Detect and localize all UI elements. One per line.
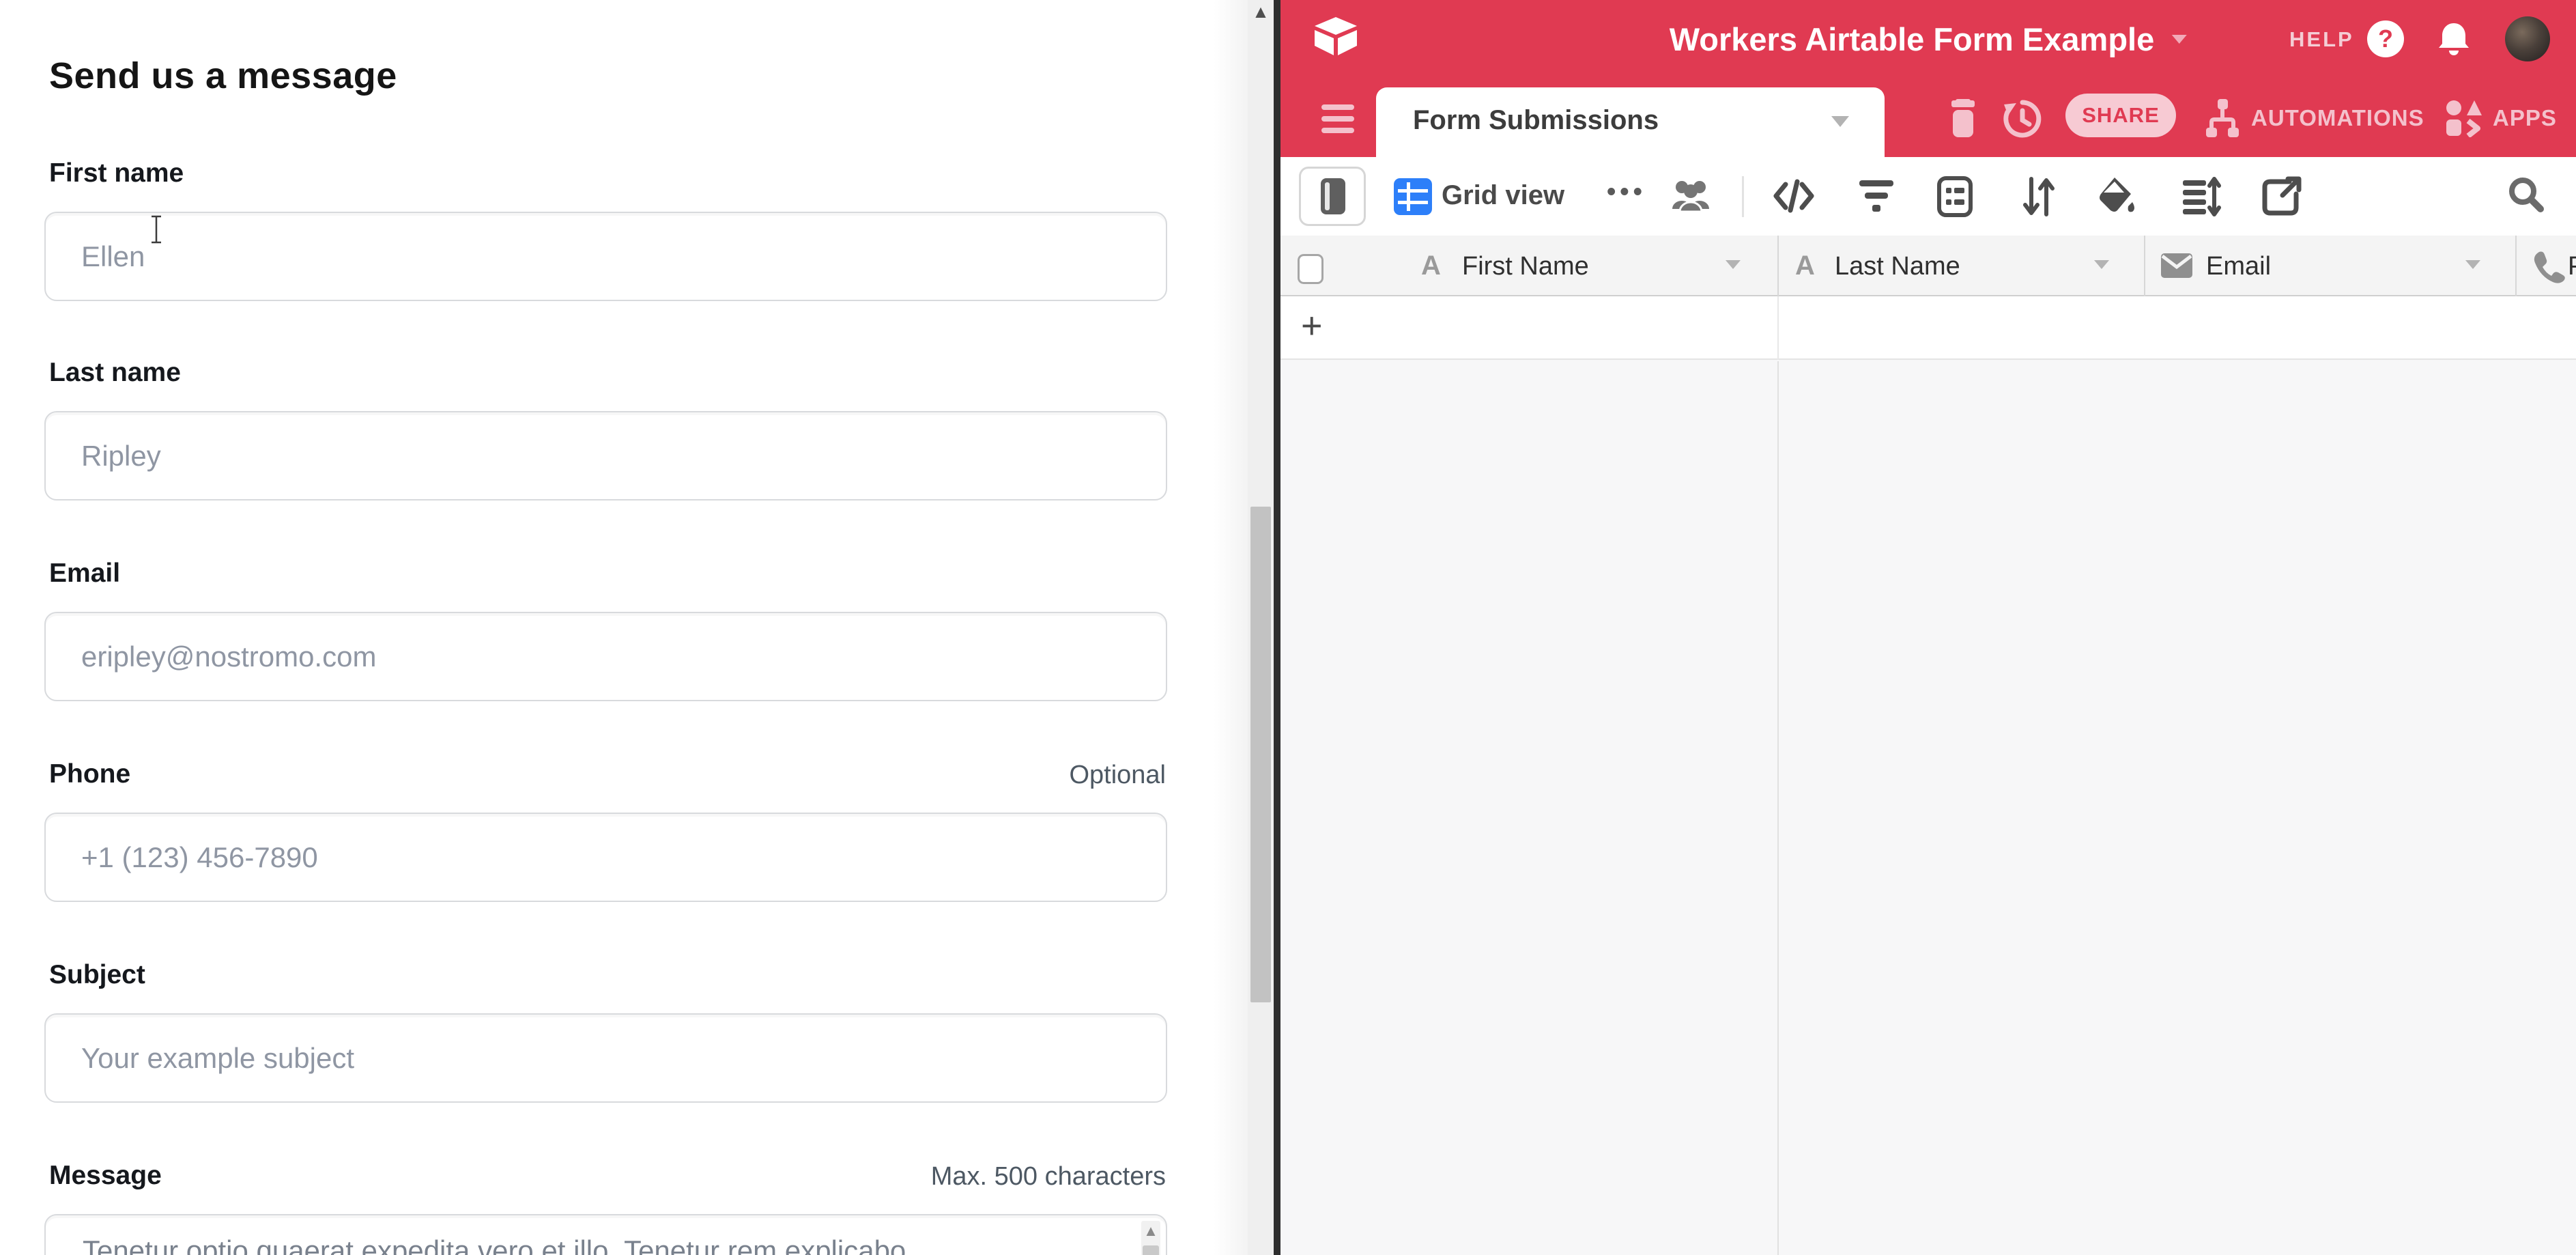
row-height-icon[interactable] bbox=[2181, 176, 2221, 217]
help-button[interactable]: HELP bbox=[2289, 27, 2354, 52]
automations-label: AUTOMATIONS bbox=[2251, 105, 2424, 131]
message-placeholder-text: Tenetur optio quaerat expedita vero et i… bbox=[83, 1235, 906, 1255]
airtable-top-bar: Workers Airtable Form Example HELP ? bbox=[1280, 0, 2576, 79]
text-cursor-icon bbox=[149, 214, 164, 244]
column-divider[interactable] bbox=[2515, 236, 2517, 296]
table-header-row: A First Name A Last Name Email Phone bbox=[1280, 236, 2576, 296]
app-root: Send us a message First name Last name E… bbox=[0, 0, 2576, 1255]
table-tab-bar: Form Submissions SHARE bbox=[1280, 79, 2576, 157]
phone-input[interactable] bbox=[44, 813, 1167, 902]
share-view-icon[interactable] bbox=[2262, 176, 2302, 216]
column-divider bbox=[1777, 296, 1779, 360]
text-field-type-icon: A bbox=[1795, 251, 1815, 281]
automations-icon bbox=[2203, 99, 2242, 137]
filter-icon[interactable] bbox=[1858, 176, 1895, 216]
table-list-menu-icon[interactable] bbox=[1321, 104, 1354, 133]
tab-form-submissions[interactable]: Form Submissions bbox=[1376, 87, 1885, 157]
form-title: Send us a message bbox=[49, 55, 397, 97]
select-all-checkbox[interactable] bbox=[1298, 254, 1323, 284]
airtable-pane: Workers Airtable Form Example HELP ? For… bbox=[1280, 0, 2576, 1255]
apps-label: APPS bbox=[2493, 105, 2557, 131]
toolbar-divider bbox=[1742, 176, 1744, 217]
column-header-phone[interactable]: Phone bbox=[2568, 252, 2576, 281]
user-avatar[interactable] bbox=[2505, 16, 2550, 61]
message-label: Message bbox=[49, 1161, 162, 1191]
tab-form-submissions-label: Form Submissions bbox=[1413, 105, 1659, 136]
column-caret-icon[interactable] bbox=[1726, 260, 1741, 269]
form-scrollbar-up-arrow[interactable]: ▲ bbox=[1248, 1, 1274, 23]
base-title: Workers Airtable Form Example bbox=[1670, 20, 2154, 58]
message-textarea[interactable]: Tenetur optio quaerat expedita vero et i… bbox=[44, 1214, 1167, 1255]
form-scrollbar-thumb[interactable] bbox=[1250, 507, 1271, 1002]
message-scrollbar-thumb[interactable] bbox=[1143, 1245, 1159, 1255]
phone-label: Phone bbox=[49, 759, 130, 789]
phone-field-type-icon bbox=[2532, 251, 2565, 283]
column-caret-icon[interactable] bbox=[2465, 260, 2480, 269]
base-title-caret-icon bbox=[2172, 35, 2187, 44]
group-icon[interactable] bbox=[1937, 176, 1973, 217]
subject-input[interactable] bbox=[44, 1013, 1167, 1103]
column-header-email[interactable]: Email bbox=[2206, 252, 2271, 281]
history-icon[interactable] bbox=[2003, 99, 2042, 139]
view-sidebar-toggle-button[interactable] bbox=[1299, 167, 1366, 226]
notifications-bell-icon[interactable] bbox=[2435, 20, 2472, 59]
collaborators-icon[interactable] bbox=[1670, 176, 1712, 217]
help-question-icon[interactable]: ? bbox=[2367, 20, 2404, 57]
message-scrollbar-up-arrow[interactable]: ▲ bbox=[1141, 1222, 1160, 1240]
view-toolbar: Grid view ••• bbox=[1280, 157, 2576, 236]
apps-icon bbox=[2445, 99, 2483, 137]
automations-button[interactable]: AUTOMATIONS bbox=[2203, 99, 2424, 137]
airtable-logo-icon[interactable] bbox=[1313, 17, 1358, 57]
add-row[interactable]: + bbox=[1280, 296, 2576, 360]
first-name-input[interactable] bbox=[44, 212, 1167, 301]
grid-empty-area bbox=[1280, 361, 2576, 1255]
sidebar-toggle-icon bbox=[1321, 178, 1345, 214]
share-button[interactable]: SHARE bbox=[2065, 94, 2176, 137]
tab-caret-icon[interactable] bbox=[1831, 116, 1849, 127]
column-divider[interactable] bbox=[1777, 236, 1779, 296]
grid-view-icon[interactable] bbox=[1394, 178, 1432, 215]
first-name-label: First name bbox=[49, 158, 184, 188]
contact-form-pane: Send us a message First name Last name E… bbox=[0, 0, 1248, 1255]
form-pane-edge-shade bbox=[1214, 0, 1248, 1255]
email-field-type-icon bbox=[2161, 253, 2192, 278]
column-divider[interactable] bbox=[2144, 236, 2145, 296]
column-header-last-name[interactable]: Last Name bbox=[1835, 252, 1960, 281]
view-name-label[interactable]: Grid view bbox=[1442, 180, 1564, 211]
last-name-label: Last name bbox=[49, 358, 181, 388]
window-divider bbox=[1274, 0, 1280, 1255]
view-more-options-icon[interactable]: ••• bbox=[1607, 178, 1646, 207]
message-maxchars-hint: Max. 500 characters bbox=[931, 1162, 1166, 1191]
column-divider bbox=[1777, 361, 1779, 1255]
last-name-input[interactable] bbox=[44, 411, 1167, 500]
sort-icon[interactable] bbox=[2022, 176, 2056, 217]
trash-icon[interactable] bbox=[1946, 99, 1980, 137]
hide-fields-icon[interactable] bbox=[1773, 176, 1814, 216]
base-title-menu[interactable]: Workers Airtable Form Example bbox=[1670, 0, 2187, 79]
color-icon[interactable] bbox=[2097, 176, 2138, 218]
subject-label: Subject bbox=[49, 960, 145, 990]
add-row-plus-icon[interactable]: + bbox=[1301, 305, 1323, 347]
apps-button[interactable]: APPS bbox=[2445, 99, 2557, 137]
search-icon[interactable] bbox=[2506, 176, 2546, 216]
email-label: Email bbox=[49, 559, 120, 589]
column-header-first-name[interactable]: First Name bbox=[1462, 252, 1589, 281]
email-input[interactable] bbox=[44, 612, 1167, 701]
phone-optional-hint: Optional bbox=[1069, 761, 1166, 790]
text-field-type-icon: A bbox=[1421, 251, 1441, 281]
column-caret-icon[interactable] bbox=[2094, 260, 2109, 269]
